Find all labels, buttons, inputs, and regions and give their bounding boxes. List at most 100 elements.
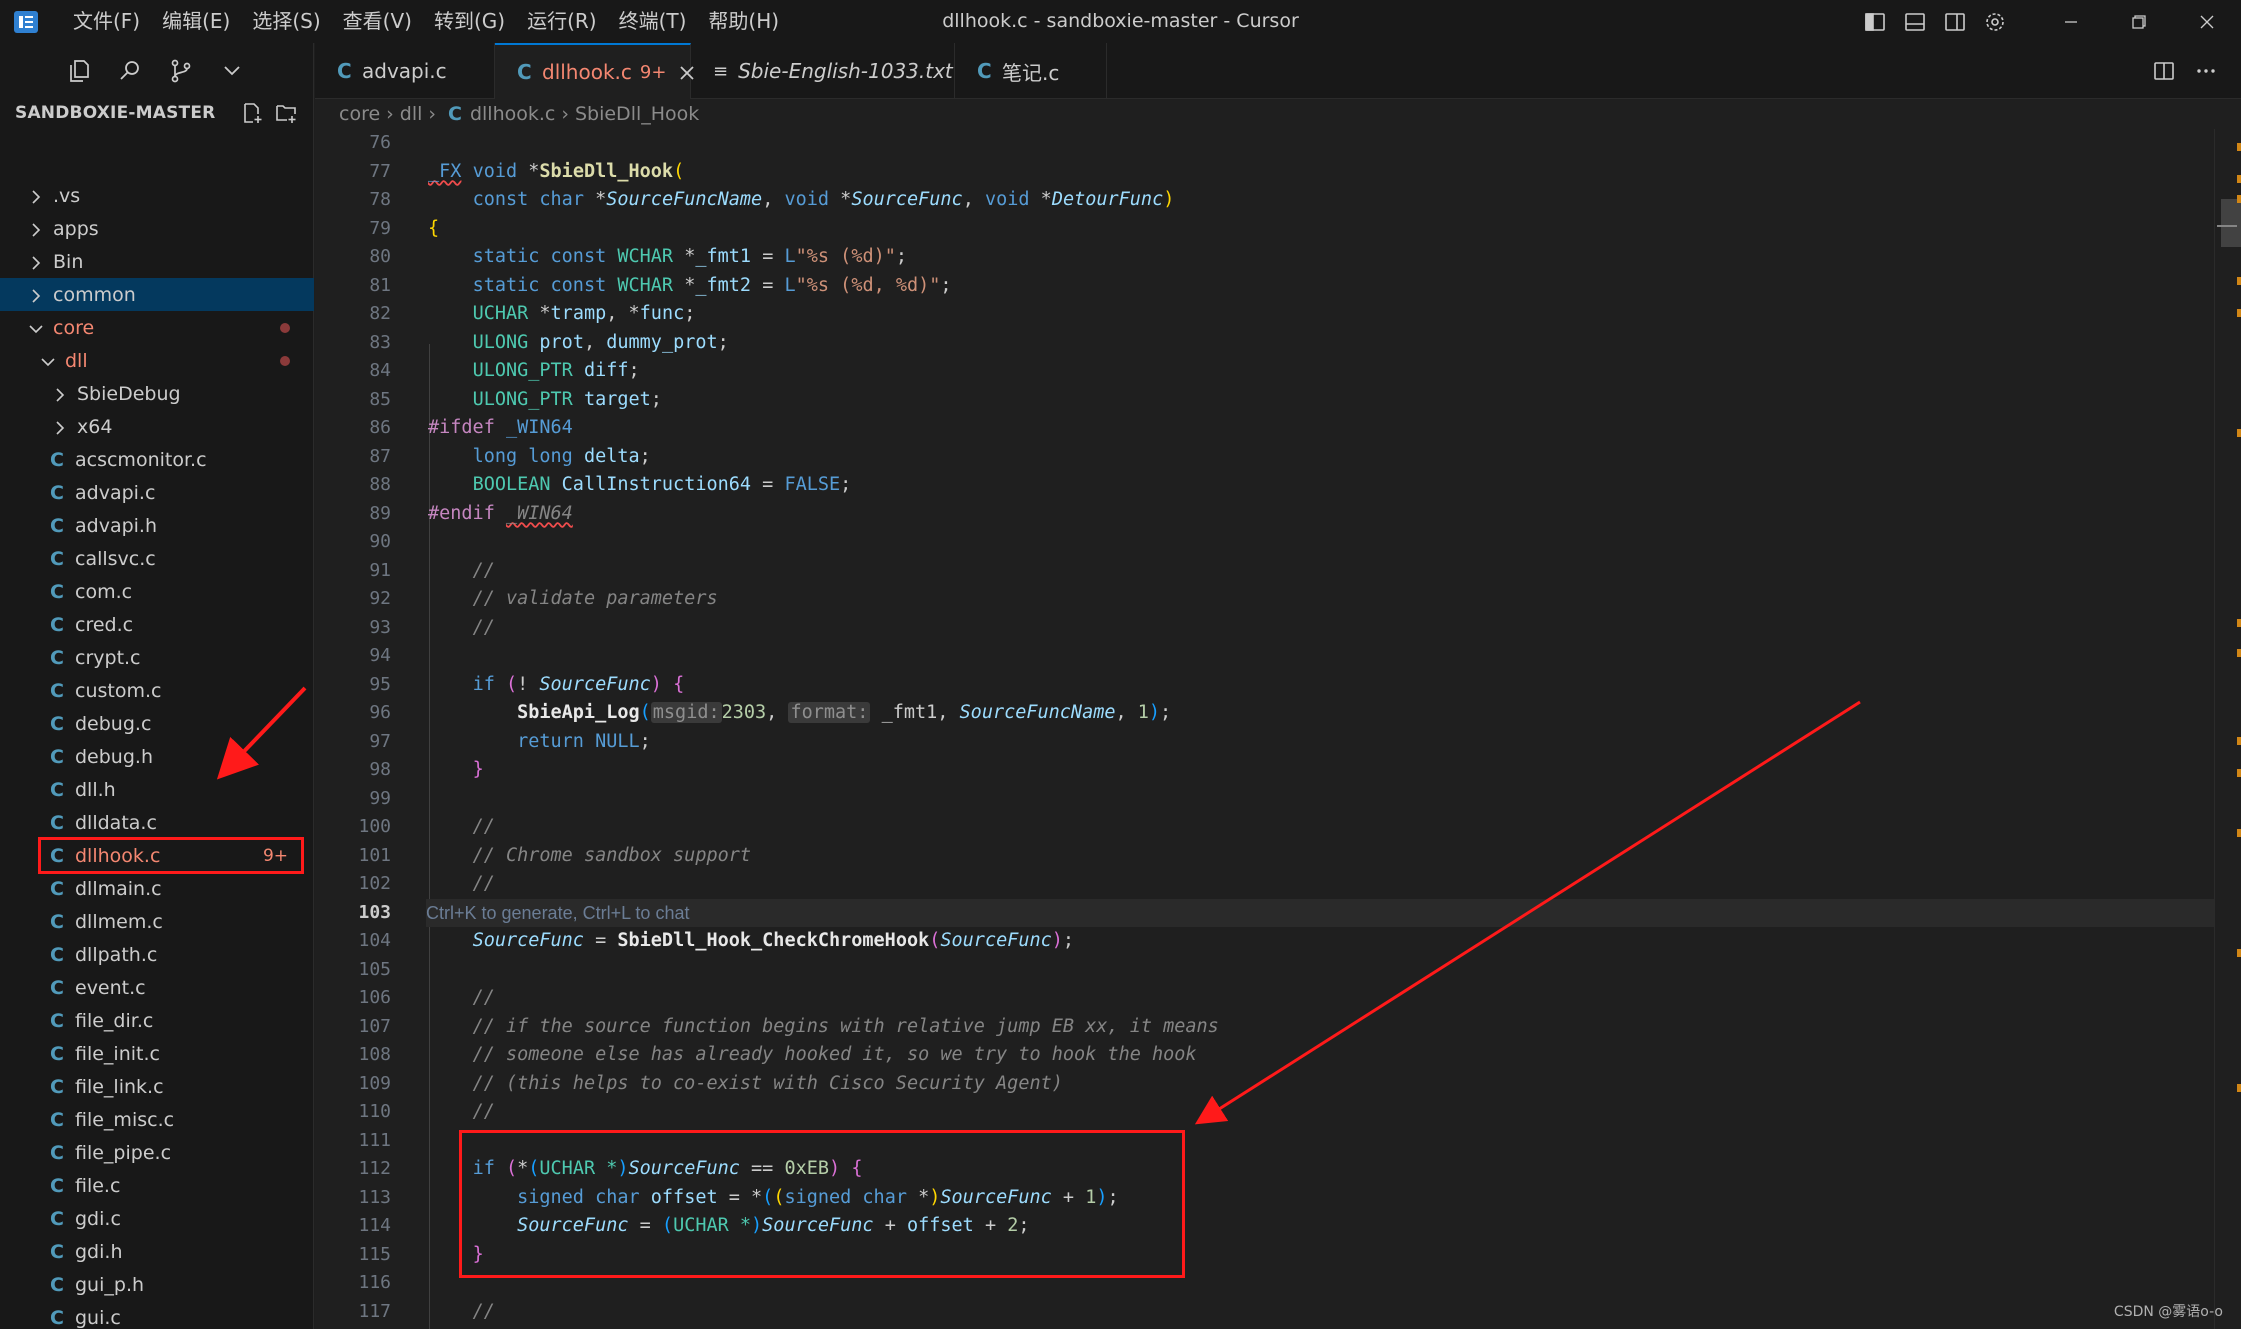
tree-folder-apps[interactable]: apps (0, 212, 314, 245)
tab-sbie-english[interactable]: ≡ Sbie-English-1033.txt (691, 43, 955, 99)
toggle-primary-sidebar-icon[interactable] (1855, 0, 1895, 43)
code-token: * (673, 246, 696, 267)
tree-file[interactable]: Cfile_init.c (0, 1037, 314, 1070)
breadcrumb-dll[interactable]: dll (400, 103, 423, 125)
explorer-header[interactable]: SANDBOXIE-MASTER (0, 99, 313, 127)
code-line-103[interactable]: Ctrl+K to generate, Ctrl+L to chat (426, 898, 2226, 927)
tree-file[interactable]: Ccom.c (0, 575, 314, 608)
code-line-91: // (428, 557, 2218, 586)
tree-file[interactable]: Cdllpath.c (0, 938, 314, 971)
scrollbar-thumb[interactable] (2221, 199, 2241, 247)
tree-file[interactable]: Ccred.c (0, 608, 314, 641)
c-file-icon: C (50, 580, 64, 603)
tree-label: event.c (75, 976, 146, 999)
breadcrumb-core[interactable]: core (339, 103, 380, 125)
code-line-110: // (428, 1098, 2218, 1127)
close-window-button[interactable] (2173, 0, 2241, 43)
tree-file[interactable]: Cfile_pipe.c (0, 1136, 314, 1169)
code-line-80: static const WCHAR *_fmt1 = L"%s (%d)"; (428, 243, 2218, 272)
c-file-icon: C (50, 778, 64, 801)
tree-file[interactable]: Cgdi.h (0, 1235, 314, 1268)
code-token: ! (517, 673, 540, 695)
overview-ruler[interactable] (2214, 129, 2241, 1329)
tree-file[interactable]: Cacscmonitor.c (0, 443, 314, 476)
line-number: 100 (358, 816, 391, 837)
explorer-files-icon[interactable] (62, 54, 96, 88)
tree-file[interactable]: Cdebug.c (0, 707, 314, 740)
tree-folder-bin[interactable]: Bin (0, 245, 314, 278)
tree-file[interactable]: Cfile_link.c (0, 1070, 314, 1103)
tree-folder-vs[interactable]: .vs (0, 179, 314, 212)
tree-file[interactable]: Ccustom.c (0, 674, 314, 707)
tree-file[interactable]: Cdllmem.c (0, 905, 314, 938)
tree-file[interactable]: Cgui_p.h (0, 1268, 314, 1301)
c-file-icon: C (50, 1174, 64, 1197)
line-number: 79 (369, 217, 391, 239)
chevron-down-icon[interactable] (215, 54, 249, 88)
tab-advapi[interactable]: C advapi.c (315, 43, 495, 99)
tree-file[interactable]: Cadvapi.c (0, 476, 314, 509)
c-file-icon: C (50, 877, 64, 900)
source-control-icon[interactable] (164, 54, 198, 88)
code-token: ; (1160, 702, 1172, 723)
tree-file[interactable]: Cdll.h (0, 773, 314, 806)
breadcrumb-file[interactable]: dllhook.c (470, 103, 555, 125)
tree-label: crypt.c (75, 646, 141, 669)
tab-notes[interactable]: C 笔记.c (955, 43, 1107, 99)
more-actions-icon[interactable] (2185, 50, 2227, 93)
menu-view[interactable]: 查看(V) (332, 0, 423, 43)
tree-file[interactable]: Cevent.c (0, 971, 314, 1004)
tree-file-active[interactable]: Cdllhook.c 9+ (38, 837, 304, 874)
code-line-100: // (428, 813, 2218, 842)
code-token: ; (628, 360, 640, 381)
menu-terminal[interactable]: 终端(T) (608, 0, 698, 43)
code-token: * (583, 189, 607, 210)
minimize-button[interactable] (2037, 0, 2105, 43)
new-file-icon[interactable] (235, 99, 269, 127)
tree-label: core (53, 316, 95, 339)
app-logo-icon[interactable] (14, 10, 38, 33)
split-editor-icon[interactable] (2143, 50, 2185, 93)
code-line-106: // (428, 984, 2218, 1013)
code-line-95: if (! SourceFunc) { (428, 671, 2218, 700)
tree-file[interactable]: Ccrypt.c (0, 641, 314, 674)
menu-file[interactable]: 文件(F) (62, 0, 151, 43)
tree-folder-common[interactable]: common (0, 278, 314, 311)
tree-folder-core[interactable]: core (0, 311, 314, 344)
toggle-secondary-sidebar-icon[interactable] (1935, 0, 1975, 43)
tree-file[interactable]: Cfile_dir.c (0, 1004, 314, 1037)
tree-file[interactable]: Ccallsvc.c (0, 542, 314, 575)
code-token: // (472, 873, 495, 894)
tree-file[interactable]: Cdllmain.c (0, 872, 314, 905)
search-icon[interactable] (113, 54, 147, 88)
settings-gear-icon[interactable] (1975, 0, 2015, 43)
code-line-108: // someone else has already hooked it, s… (428, 1041, 2218, 1070)
breadcrumb-symbol[interactable]: SbieDll_Hook (575, 103, 699, 125)
code-token: ; (717, 331, 729, 353)
tree-file[interactable]: Cfile_misc.c (0, 1103, 314, 1136)
menu-run[interactable]: 运行(R) (516, 0, 608, 43)
code-line-104: SourceFunc = SbieDll_Hook_CheckChromeHoo… (428, 927, 2218, 956)
tree-folder-dll[interactable]: dll (0, 344, 314, 377)
restore-button[interactable] (2105, 0, 2173, 43)
tree-folder-sbiedebug[interactable]: SbieDebug (0, 377, 314, 410)
tree-file[interactable]: Cdlldata.c (0, 806, 314, 839)
tree-folder-x64[interactable]: x64 (0, 410, 314, 443)
menu-selection[interactable]: 选择(S) (241, 0, 331, 43)
menu-go[interactable]: 转到(G) (423, 0, 516, 43)
tree-file[interactable]: Cgdi.c (0, 1202, 314, 1235)
new-folder-icon[interactable] (269, 99, 303, 127)
tree-file[interactable]: Cdebug.h (0, 740, 314, 773)
annotation-highlight-box (459, 1130, 1185, 1278)
tree-file[interactable]: Cfile.c (0, 1169, 314, 1202)
tree-file[interactable]: Cadvapi.h (0, 509, 314, 542)
menu-edit[interactable]: 编辑(E) (151, 0, 241, 43)
menu-help[interactable]: 帮助(H) (697, 0, 790, 43)
code-token: ULONG (472, 331, 529, 353)
tab-dllhook[interactable]: C dllhook.c 9+ (495, 43, 695, 99)
tree-file[interactable]: Cgui.c (0, 1301, 314, 1329)
toggle-panel-icon[interactable] (1895, 0, 1935, 43)
